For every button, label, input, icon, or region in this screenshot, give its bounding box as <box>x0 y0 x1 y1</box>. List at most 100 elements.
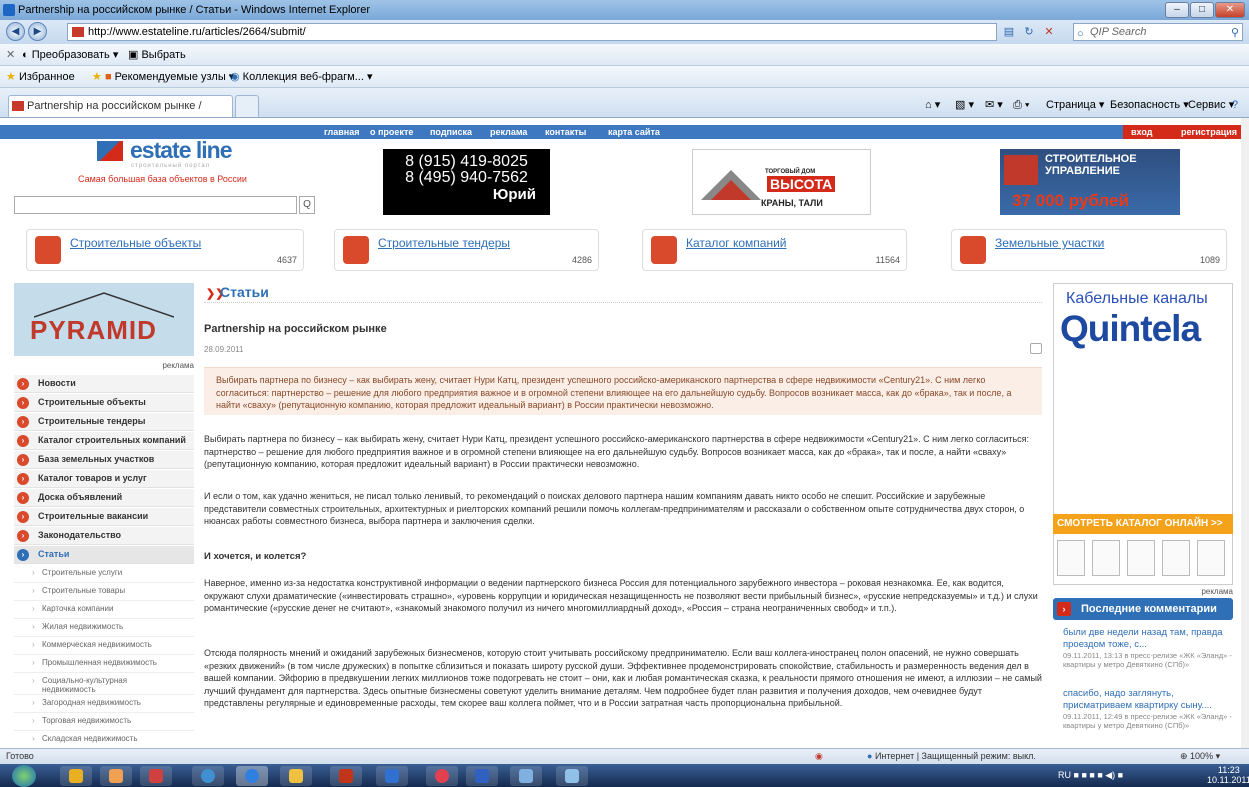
nav-ads[interactable]: реклама <box>490 125 527 139</box>
transform-button[interactable]: ◐ Преобразовать ▾ <box>22 44 118 66</box>
nav-home[interactable]: главная <box>324 125 359 139</box>
crane-icon <box>701 170 761 200</box>
comment-item[interactable]: спасибо, надо заглянуть, присматриваем к… <box>1063 688 1233 730</box>
site-search-button[interactable]: Q <box>299 196 315 214</box>
submenu-item[interactable]: › Промышленная недвижимость <box>14 655 194 673</box>
category-tenders[interactable]: Строительные тендеры 4286 <box>334 229 599 271</box>
category-companies[interactable]: Каталог компаний 11564 <box>642 229 907 271</box>
channel-profile-icon <box>1162 540 1190 576</box>
favorites-button[interactable]: ★ Избранное <box>6 66 75 88</box>
feeds-icon[interactable]: ▧ ▾ <box>955 94 974 116</box>
address-bar[interactable]: http://www.estateline.ru/articles/2664/s… <box>67 23 997 41</box>
page-scrollbar[interactable] <box>1241 118 1249 748</box>
site-search-input[interactable] <box>14 196 297 214</box>
tools-menu[interactable]: Сервис ▾ <box>1188 94 1234 116</box>
compat-icon[interactable]: ▤ <box>1000 23 1018 41</box>
minimize-button[interactable]: – <box>1165 2 1189 18</box>
comment-text[interactable]: были две недели назад там, правда проезд… <box>1063 627 1233 651</box>
vysota-banner[interactable]: ТОРГОВЫЙ ДОМ ВЫСОТА КРАНЫ, ТАЛИ <box>692 149 871 215</box>
taskbar-ie[interactable] <box>236 766 268 786</box>
taskbar-app[interactable] <box>556 766 588 786</box>
site-logo[interactable]: estate line строительный портал <box>97 137 247 169</box>
forward-button[interactable]: ▶ <box>28 22 47 41</box>
category-objects[interactable]: Строительные объекты 4637 <box>26 229 304 271</box>
refresh-icon[interactable]: ↻ <box>1020 23 1038 41</box>
home-icon[interactable]: ⌂ ▾ <box>925 94 940 116</box>
taskbar-app[interactable] <box>376 766 408 786</box>
taskbar-app[interactable] <box>280 766 312 786</box>
suggested-sites[interactable]: ★ ■ Рекомендуемые узлы ▾ <box>92 66 234 88</box>
taskbar-app[interactable] <box>60 766 92 786</box>
menu-objects[interactable]: › Строительные объекты <box>14 394 194 412</box>
submenu-item[interactable]: › Жилая недвижимость <box>14 619 194 637</box>
zone-indicator[interactable]: ● Интернет | Защищенный режим: выкл. <box>867 749 1036 764</box>
taskbar-app[interactable] <box>140 766 172 786</box>
taskbar-app[interactable] <box>192 766 224 786</box>
clock[interactable]: 11:23 10.11.2011 <box>1207 765 1249 785</box>
menu-articles[interactable]: › Статьи <box>14 546 194 564</box>
vysota-text: КРАНЫ, ТАЛИ <box>761 198 823 208</box>
submenu-item[interactable]: › Социально-культурная недвижимость <box>14 673 194 695</box>
menu-law[interactable]: › Законодательство <box>14 527 194 545</box>
stop-icon[interactable]: ✕ <box>1040 23 1058 41</box>
nav-contacts[interactable]: контакты <box>545 125 586 139</box>
catalog-online-link[interactable]: СМОТРЕТЬ КАТАЛОГ ОНЛАЙН >> <box>1053 514 1233 534</box>
menu-vacancies[interactable]: › Строительные вакансии <box>14 508 194 526</box>
safety-menu[interactable]: Безопасность ▾ <box>1110 94 1189 116</box>
submenu-item[interactable]: › Торговая недвижимость <box>14 713 194 731</box>
arrow-icon: › <box>17 397 29 409</box>
print-icon[interactable]: ⎙ ▾ <box>1013 94 1029 116</box>
language-indicator[interactable]: RU <box>1058 770 1071 780</box>
submenu-item[interactable]: › Карточка компании <box>14 601 194 619</box>
search-input[interactable]: ○ QIP Search ⚲ <box>1073 23 1243 41</box>
tab-active[interactable]: Partnership на российском рынке / Статьи <box>8 95 233 132</box>
web-slice-gallery[interactable]: ◉ Коллекция веб-фрагм... ▾ <box>230 66 372 88</box>
close-button[interactable]: ✕ <box>1215 2 1245 18</box>
phone-banner[interactable]: 8 (915) 419-8025 8 (495) 940-7562 Юрий <box>383 149 550 215</box>
stroy-banner[interactable]: СТРОИТЕЛЬНОЕ УПРАВЛЕНИЕ 37 000 рублей <box>1000 149 1180 215</box>
submenu-item[interactable]: › Складская недвижимость <box>14 731 194 748</box>
login-link[interactable]: вход <box>1131 125 1152 139</box>
taskbar-app[interactable] <box>330 766 362 786</box>
submenu-item[interactable]: › Строительные услуги <box>14 565 194 583</box>
register-link[interactable]: регистрация <box>1181 125 1237 139</box>
submenu-item[interactable]: › Загородная недвижимость <box>14 695 194 713</box>
taskbar-app[interactable] <box>510 766 542 786</box>
category-land[interactable]: Земельные участки 1089 <box>951 229 1227 271</box>
vysota-logo: ВЫСОТА <box>767 176 836 192</box>
new-tab-button[interactable] <box>235 95 259 117</box>
select-button[interactable]: ▣ Выбрать <box>128 44 186 66</box>
comment-text[interactable]: спасибо, надо заглянуть, присматриваем к… <box>1063 688 1233 712</box>
pyramid-ad[interactable]: PYRAMID <box>14 283 194 356</box>
menu-companies[interactable]: › Каталог строительных компаний <box>14 432 194 450</box>
comment-item[interactable]: были две недели назад там, правда проезд… <box>1063 627 1233 669</box>
help-icon[interactable]: ? <box>1232 94 1238 116</box>
zoom-control[interactable]: ⊕ 100% ▾ <box>1180 749 1220 764</box>
taskbar-app[interactable] <box>100 766 132 786</box>
nav-about[interactable]: о проекте <box>370 125 413 139</box>
close-toolbar-icon[interactable]: ✕ <box>6 44 15 66</box>
nav-sitemap[interactable]: карта сайта <box>608 125 660 139</box>
menu-tenders[interactable]: › Строительные тендеры <box>14 413 194 431</box>
maximize-button[interactable]: □ <box>1190 2 1214 18</box>
menu-board[interactable]: › Доска объявлений <box>14 489 194 507</box>
logo-subtitle: строительный портал <box>131 163 211 169</box>
site-tagline: Самая большая база объектов в России <box>78 174 247 184</box>
menu-land[interactable]: › База земельных участков <box>14 451 194 469</box>
search-icon[interactable]: ⚲ <box>1231 25 1239 41</box>
taskbar-app[interactable] <box>426 766 458 786</box>
start-button[interactable] <box>12 765 36 787</box>
toolbar-row: ✕ ◐ Преобразовать ▾ ▣ Выбрать <box>0 44 1249 66</box>
nav-subscribe[interactable]: подписка <box>430 125 472 139</box>
menu-news[interactable]: › Новости <box>14 375 194 393</box>
mail-icon[interactable]: ✉ ▾ <box>985 94 1003 116</box>
taskbar-app[interactable] <box>466 766 498 786</box>
web-page: главная о проекте подписка реклама конта… <box>0 118 1249 748</box>
submenu-item[interactable]: › Строительные товары <box>14 583 194 601</box>
printer-icon[interactable] <box>1030 343 1042 354</box>
back-button[interactable]: ◀ <box>6 22 25 41</box>
submenu-item[interactable]: › Коммерческая недвижимость <box>14 637 194 655</box>
page-menu[interactable]: Страница ▾ <box>1046 94 1104 116</box>
menu-goods[interactable]: › Каталог товаров и услуг <box>14 470 194 488</box>
app-icon <box>149 769 163 783</box>
